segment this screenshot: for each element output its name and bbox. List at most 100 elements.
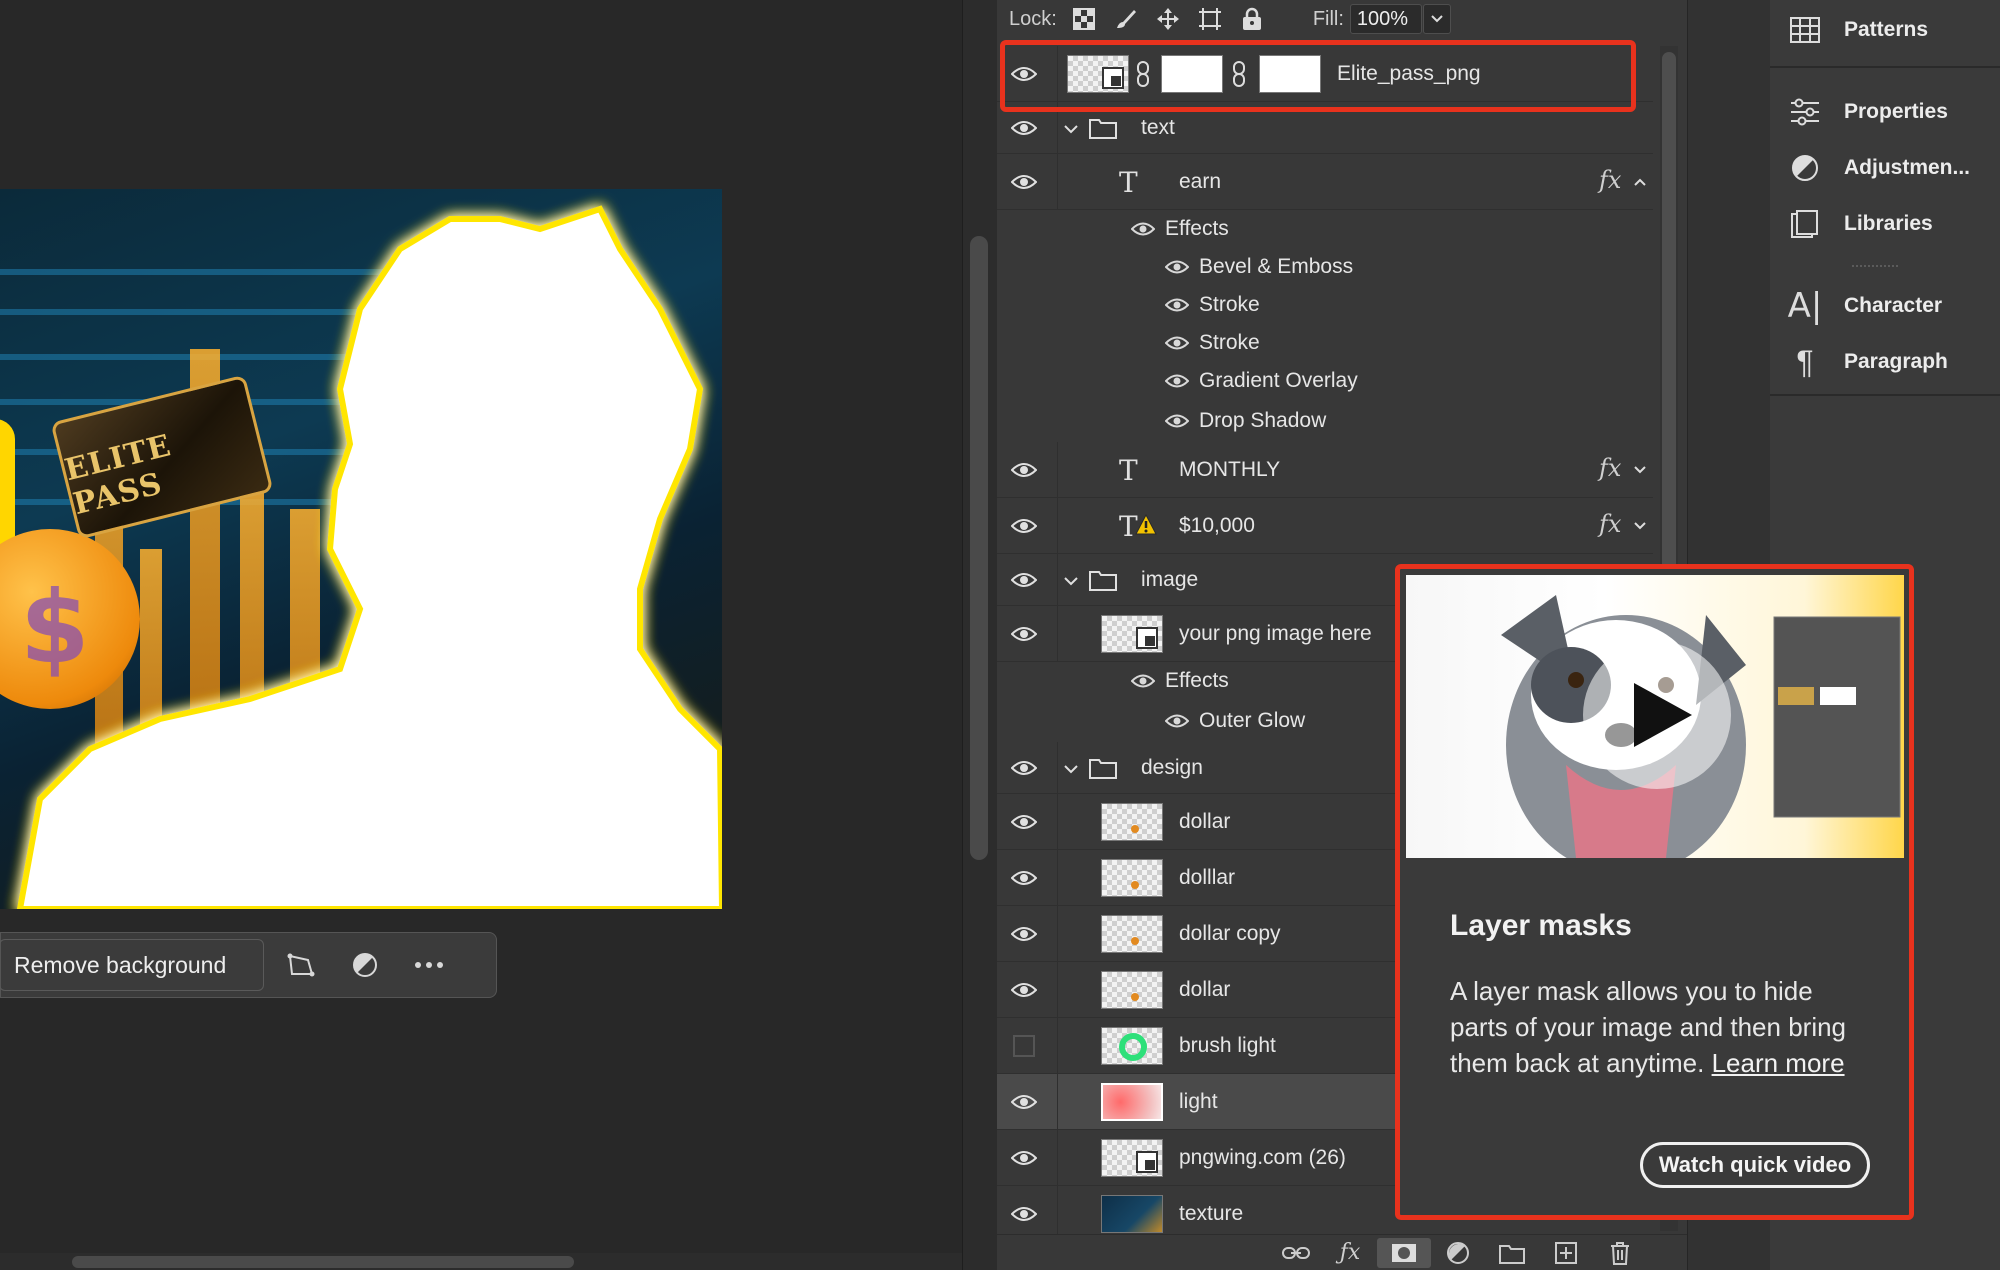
add-layer-mask-icon[interactable] bbox=[1377, 1237, 1431, 1268]
layer-effect-row[interactable]: Effects bbox=[997, 210, 1653, 248]
visibility-eye-icon[interactable] bbox=[1009, 116, 1039, 140]
dock-item-properties[interactable]: Properties bbox=[1770, 86, 2000, 138]
layer-effect-row[interactable]: Bevel & Emboss bbox=[997, 248, 1653, 286]
expand-effects-chevron-down-icon[interactable] bbox=[1633, 462, 1647, 480]
layer-effect-row[interactable]: Stroke bbox=[997, 324, 1653, 362]
group-collapse-chevron-icon[interactable] bbox=[1063, 122, 1079, 140]
layer-name: brush light bbox=[1179, 1034, 1276, 1057]
tooltip-video-preview[interactable] bbox=[1406, 575, 1904, 858]
artwork-canvas[interactable]: $ ELITE PASS bbox=[0, 189, 722, 909]
more-options-icon[interactable] bbox=[402, 938, 456, 992]
lock-artboard-icon[interactable] bbox=[1195, 4, 1225, 34]
visibility-eye-icon[interactable] bbox=[1009, 810, 1039, 834]
layer-effects-fx-icon: fx bbox=[1599, 454, 1622, 482]
group-collapse-chevron-icon[interactable] bbox=[1063, 762, 1079, 780]
layer-row[interactable]: Tearn fx bbox=[997, 154, 1653, 210]
collapse-effects-chevron-up-icon[interactable] bbox=[1633, 174, 1647, 192]
dock-label-adjustments: Adjustmen... bbox=[1844, 156, 1971, 179]
learn-more-link[interactable]: Learn more bbox=[1712, 1048, 1845, 1078]
dock-label-libraries: Libraries bbox=[1844, 212, 1933, 235]
visibility-eye-icon[interactable] bbox=[1009, 1146, 1039, 1170]
layer-thumbnail[interactable] bbox=[1101, 915, 1163, 953]
lock-position-icon[interactable] bbox=[1153, 4, 1183, 34]
watch-quick-video-button[interactable]: Watch quick video bbox=[1640, 1142, 1870, 1188]
select-subject-icon[interactable] bbox=[274, 938, 328, 992]
layers-scrollbar-thumb[interactable] bbox=[1662, 52, 1676, 572]
layer-row[interactable]: text bbox=[997, 102, 1653, 154]
new-adjustment-layer-icon[interactable] bbox=[1431, 1241, 1485, 1265]
dock-item-character[interactable]: A| Character bbox=[1770, 280, 2000, 332]
layer-thumbnail[interactable] bbox=[1101, 1083, 1163, 1121]
layer-name: dollar bbox=[1179, 978, 1231, 1001]
effect-visibility-eye-icon[interactable] bbox=[1164, 335, 1190, 353]
layer-effect-row[interactable]: Stroke bbox=[997, 286, 1653, 324]
effect-visibility-eye-icon[interactable] bbox=[1164, 373, 1190, 391]
layer-effects-fx-icon: fx bbox=[1599, 166, 1622, 194]
layer-name: design bbox=[1141, 756, 1203, 779]
layer-thumbnail[interactable] bbox=[1101, 859, 1163, 897]
effect-visibility-eye-icon[interactable] bbox=[1164, 259, 1190, 277]
libraries-icon bbox=[1788, 207, 1822, 241]
visibility-eye-icon[interactable] bbox=[1009, 1202, 1039, 1226]
layer-mask-thumbnail[interactable] bbox=[1161, 55, 1223, 93]
layer-thumbnail[interactable] bbox=[1101, 1027, 1163, 1065]
mask-link-icon[interactable] bbox=[1231, 60, 1247, 93]
dock-item-patterns[interactable]: Patterns bbox=[1770, 4, 2000, 56]
layer-thumbnail[interactable] bbox=[1101, 1139, 1163, 1177]
visibility-eye-icon[interactable] bbox=[1009, 568, 1039, 592]
visibility-eye-icon[interactable] bbox=[1009, 756, 1039, 780]
effect-visibility-eye-icon[interactable] bbox=[1164, 413, 1190, 431]
type-layer-icon: T bbox=[1119, 454, 1138, 487]
layer-row[interactable]: Elite_pass_png bbox=[997, 46, 1653, 102]
dock-item-adjustments[interactable]: Adjustmen... bbox=[1770, 142, 2000, 194]
canvas-vertical-scrollbar-thumb[interactable] bbox=[970, 236, 988, 860]
layer-name: your png image here bbox=[1179, 622, 1372, 645]
visibility-eye-icon[interactable] bbox=[1009, 170, 1039, 194]
layer-thumbnail[interactable] bbox=[1101, 1195, 1163, 1233]
layer-thumbnail[interactable] bbox=[1101, 615, 1163, 653]
remove-background-button[interactable]: Remove background bbox=[0, 939, 264, 991]
layer-name: $10,000 bbox=[1179, 514, 1255, 537]
effects-visibility-eye-icon[interactable] bbox=[1130, 221, 1156, 239]
visibility-eye-icon[interactable] bbox=[1009, 458, 1039, 482]
visibility-eye-icon[interactable] bbox=[1009, 978, 1039, 1002]
layer-row[interactable]: T MONTHLY fx bbox=[997, 442, 1653, 498]
mask-link-icon[interactable] bbox=[1135, 60, 1151, 93]
vector-mask-thumbnail[interactable] bbox=[1259, 55, 1321, 93]
lock-all-icon[interactable] bbox=[1237, 4, 1267, 34]
effects-visibility-eye-icon[interactable] bbox=[1130, 673, 1156, 691]
visibility-eye-icon[interactable] bbox=[1009, 866, 1039, 890]
dock-item-paragraph[interactable]: ¶ Paragraph bbox=[1770, 336, 2000, 388]
visibility-eye-icon[interactable] bbox=[1009, 62, 1039, 86]
expand-effects-chevron-down-icon[interactable] bbox=[1633, 518, 1647, 536]
layer-name: dollar bbox=[1179, 810, 1231, 833]
layer-thumbnail[interactable] bbox=[1101, 971, 1163, 1009]
effect-visibility-eye-icon[interactable] bbox=[1164, 713, 1190, 731]
canvas-area[interactable]: $ ELITE PASS Remove background bbox=[0, 0, 962, 1270]
link-layers-icon[interactable] bbox=[1269, 1245, 1323, 1261]
layer-row[interactable]: T $10,000 fx bbox=[997, 498, 1653, 554]
visibility-toggle-off-icon[interactable] bbox=[1009, 1034, 1039, 1058]
effect-visibility-eye-icon[interactable] bbox=[1164, 297, 1190, 315]
add-layer-style-icon[interactable]: ƒx bbox=[1323, 1240, 1377, 1265]
adjustment-layer-icon[interactable] bbox=[338, 938, 392, 992]
visibility-eye-icon[interactable] bbox=[1009, 622, 1039, 646]
layer-thumbnail[interactable] bbox=[1101, 803, 1163, 841]
dock-item-libraries[interactable]: Libraries bbox=[1770, 198, 2000, 250]
delete-layer-icon[interactable] bbox=[1593, 1241, 1647, 1265]
layer-effect-row[interactable]: Gradient Overlay bbox=[997, 362, 1653, 400]
new-layer-icon[interactable] bbox=[1539, 1241, 1593, 1264]
new-group-icon[interactable] bbox=[1485, 1242, 1539, 1264]
lock-image-pixels-icon[interactable] bbox=[1111, 4, 1141, 34]
layer-effect-row[interactable]: Drop Shadow bbox=[997, 400, 1653, 442]
horizontal-scrollbar-thumb[interactable] bbox=[72, 1256, 574, 1268]
group-collapse-chevron-icon[interactable] bbox=[1063, 574, 1079, 592]
visibility-eye-icon[interactable] bbox=[1009, 1090, 1039, 1114]
visibility-eye-icon[interactable] bbox=[1009, 922, 1039, 946]
fill-input[interactable]: 100% bbox=[1349, 4, 1422, 34]
layer-thumbnail[interactable] bbox=[1067, 55, 1129, 93]
lock-transparent-pixels-icon[interactable] bbox=[1069, 4, 1099, 34]
visibility-eye-icon[interactable] bbox=[1009, 514, 1039, 538]
contextual-task-bar: Remove background bbox=[0, 932, 497, 998]
fill-dropdown-chevron-icon[interactable] bbox=[1422, 4, 1451, 34]
